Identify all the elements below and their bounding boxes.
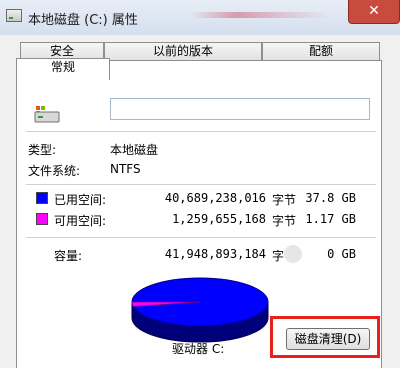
used-bytes: 40,689,238,016 (164, 191, 266, 205)
divider (26, 237, 376, 238)
capacity-indicator (284, 245, 302, 263)
fs-value: NTFS (110, 162, 141, 176)
tab-general[interactable]: 常规 (16, 58, 110, 80)
close-button[interactable]: ✕ (348, 0, 400, 24)
used-size: 37.8 GB (305, 191, 356, 205)
free-unit: 字节 (272, 214, 297, 228)
drive-letter-label: 驱动器 C: (172, 342, 225, 356)
type-label: 类型: (28, 143, 57, 157)
volume-name-input[interactable] (110, 98, 370, 120)
capacity-bytes: 41,948,893,184 (164, 247, 266, 261)
type-value: 本地磁盘 (110, 143, 159, 157)
drive-window-icon (6, 9, 22, 22)
used-color-swatch (36, 192, 48, 204)
divider (26, 184, 376, 185)
blurred-region (190, 12, 330, 18)
drive-icon (34, 106, 60, 123)
fs-label: 文件系统: (28, 164, 81, 178)
free-bytes: 1,259,655,168 (172, 212, 266, 226)
free-color-swatch (36, 213, 48, 225)
tab-quota[interactable]: 配额 (262, 42, 380, 60)
tab-previous-versions[interactable]: 以前的版本 (104, 42, 262, 60)
used-unit: 字节 (272, 193, 297, 207)
disk-usage-pie (131, 277, 269, 343)
title-bar: 本地磁盘 (C:) 属性 ✕ (0, 0, 400, 36)
used-label: 已用空间: (54, 193, 107, 207)
divider (26, 131, 376, 132)
free-label: 可用空间: (54, 214, 107, 228)
capacity-size: 0 GB (327, 247, 356, 261)
free-size: 1.17 GB (305, 212, 356, 226)
window-title: 本地磁盘 (C:) 属性 (28, 13, 138, 28)
disk-cleanup-button[interactable]: 磁盘清理(D) (286, 328, 370, 350)
capacity-label: 容量: (54, 249, 83, 263)
